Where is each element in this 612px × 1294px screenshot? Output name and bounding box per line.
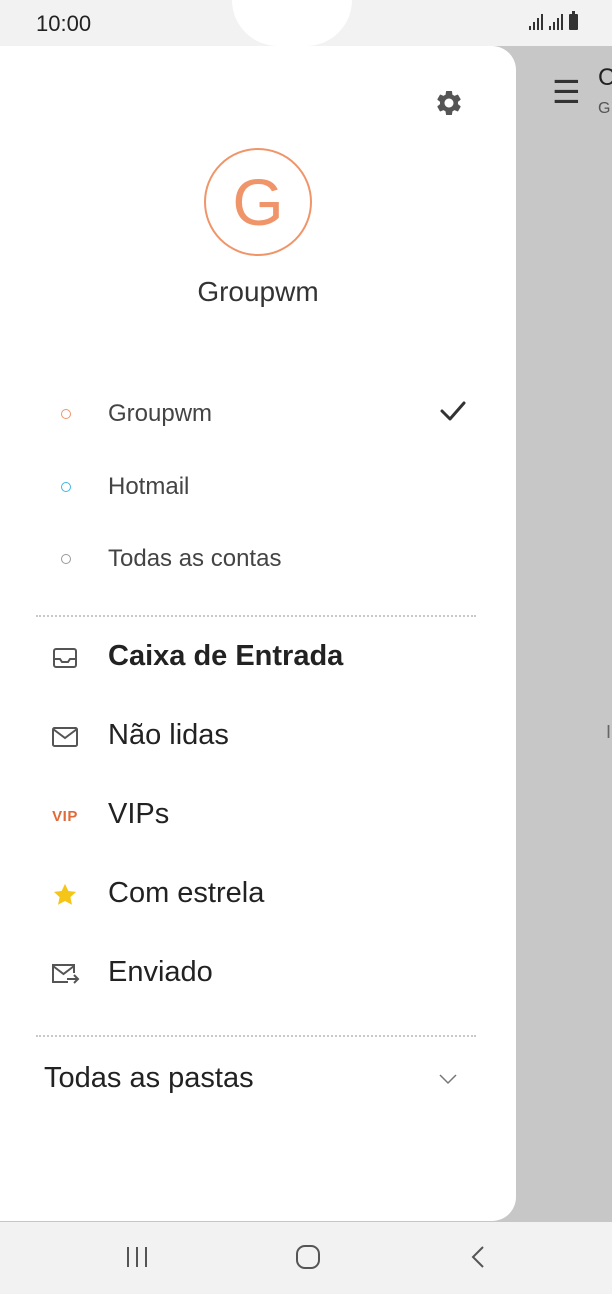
account-color-dot bbox=[61, 554, 71, 564]
avatar-letter: G bbox=[232, 165, 284, 239]
star-icon bbox=[50, 881, 80, 909]
account-name: Groupwm bbox=[197, 276, 319, 307]
account-item-groupwm[interactable]: Groupwm bbox=[0, 384, 516, 444]
signal-icon-2 bbox=[549, 14, 563, 30]
status-bar: 10:00 bbox=[0, 0, 612, 46]
camera-notch bbox=[232, 0, 352, 46]
account-color-dot bbox=[61, 409, 71, 419]
folder-label: VIPs bbox=[108, 798, 170, 830]
back-button[interactable] bbox=[468, 1244, 488, 1275]
mail-unread-icon bbox=[50, 723, 80, 751]
background-text: I bbox=[606, 722, 612, 742]
navigation-drawer: G Groupwm Groupwm Hotmail Todas as conta… bbox=[0, 46, 516, 1221]
account-label: Todas as contas bbox=[108, 545, 282, 572]
divider bbox=[36, 1035, 476, 1037]
folder-vips[interactable]: VIP VIPs bbox=[0, 784, 516, 848]
background-subtitle: G bbox=[598, 100, 611, 117]
account-avatar[interactable]: G bbox=[204, 148, 312, 256]
hamburger-menu-icon[interactable]: ☰ bbox=[552, 76, 581, 108]
navigation-bar bbox=[0, 1222, 612, 1294]
status-time: 10:00 bbox=[36, 11, 92, 36]
status-icons bbox=[529, 11, 578, 30]
folder-label: Caixa de Entrada bbox=[108, 640, 344, 672]
divider bbox=[36, 615, 476, 617]
settings-gear-icon[interactable] bbox=[432, 86, 466, 120]
background-title: C bbox=[598, 64, 612, 91]
all-folders-toggle[interactable]: Todas as pastas bbox=[44, 1062, 254, 1095]
folder-label: Não lidas bbox=[108, 719, 229, 751]
folder-label: Enviado bbox=[108, 956, 213, 988]
chevron-down-icon[interactable] bbox=[438, 1072, 458, 1090]
account-item-all[interactable]: Todas as contas bbox=[0, 529, 516, 589]
folder-inbox[interactable]: Caixa de Entrada bbox=[0, 626, 516, 690]
folder-label: Com estrela bbox=[108, 877, 265, 909]
folder-starred[interactable]: Com estrela bbox=[0, 863, 516, 927]
account-label: Hotmail bbox=[108, 473, 190, 500]
account-label: Groupwm bbox=[108, 400, 213, 427]
home-button[interactable] bbox=[295, 1244, 321, 1275]
folder-sent[interactable]: Enviado bbox=[0, 942, 516, 1006]
vip-icon: VIP bbox=[52, 807, 78, 825]
sent-mail-icon bbox=[50, 960, 80, 988]
folder-unread[interactable]: Não lidas bbox=[0, 705, 516, 769]
account-color-dot bbox=[61, 482, 71, 492]
inbox-icon bbox=[50, 644, 80, 672]
account-item-hotmail[interactable]: Hotmail bbox=[0, 457, 516, 517]
battery-icon bbox=[569, 11, 578, 30]
signal-icon bbox=[529, 14, 543, 30]
recent-apps-button[interactable] bbox=[124, 1244, 150, 1275]
check-icon bbox=[440, 400, 466, 427]
